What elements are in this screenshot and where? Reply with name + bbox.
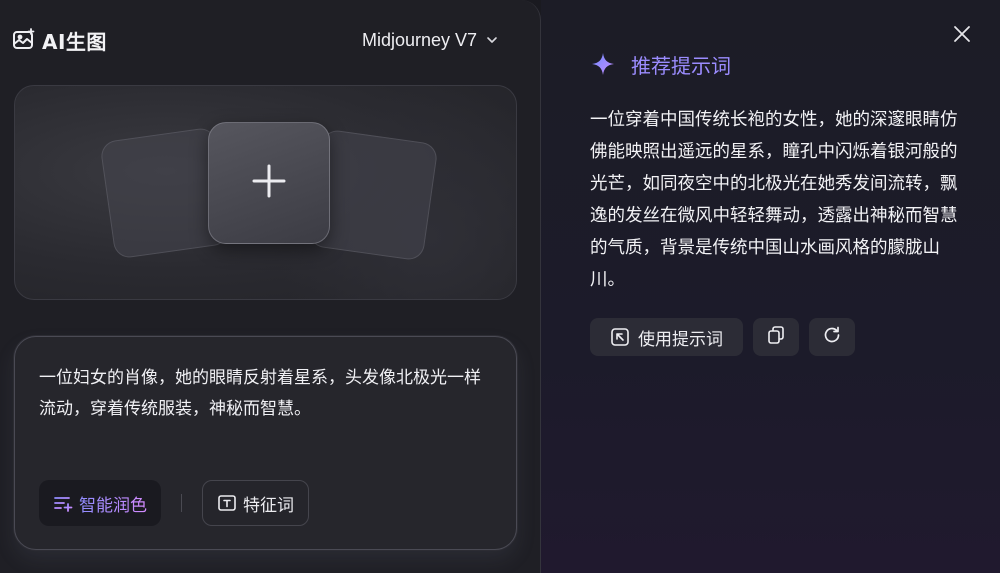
image-upload-area[interactable] bbox=[14, 85, 517, 300]
recommend-header: 推荐提示词 bbox=[591, 50, 731, 78]
image-sparkle-icon bbox=[12, 28, 36, 52]
recommended-prompt-text: 一位穿着中国传统长袍的女性，她的深邃眼睛仿佛能映照出遥远的星系，瞳孔中闪烁着银河… bbox=[590, 110, 958, 290]
smart-polish-label: 智能润色 bbox=[79, 491, 147, 516]
text-box-icon bbox=[217, 493, 237, 513]
prompt-input-box[interactable]: 一位妇女的肖像，她的眼睛反射着星系，头发像北极光一样流动，穿着传统服装，神秘而智… bbox=[14, 336, 517, 550]
model-label: Midjourney V7 bbox=[362, 29, 478, 50]
recommend-panel: 推荐提示词 一位穿着中国传统长袍的女性，她的深邃眼睛仿佛能映照出遥远的星系，瞳孔… bbox=[541, 0, 1000, 573]
header: AI生图 bbox=[12, 26, 107, 54]
copy-button[interactable] bbox=[753, 318, 799, 356]
chevron-down-icon bbox=[485, 33, 499, 47]
copy-icon bbox=[766, 325, 786, 350]
prompt-actions: 智能润色 特征词 bbox=[39, 480, 309, 526]
recommend-actions: 使用提示词 bbox=[590, 318, 865, 356]
refresh-icon bbox=[822, 325, 842, 350]
regenerate-button[interactable] bbox=[809, 318, 855, 356]
close-button[interactable] bbox=[950, 24, 974, 48]
feature-words-button[interactable]: 特征词 bbox=[202, 480, 309, 526]
prompt-textarea[interactable]: 一位妇女的肖像，她的眼睛反射着星系，头发像北极光一样流动，穿着传统服装，神秘而智… bbox=[39, 363, 495, 425]
recommend-title: 推荐提示词 bbox=[631, 53, 731, 78]
polish-icon bbox=[53, 493, 73, 513]
app-title: AI生图 bbox=[42, 29, 107, 54]
model-select[interactable]: Midjourney V7 bbox=[362, 28, 499, 52]
insert-arrow-icon bbox=[610, 327, 630, 347]
use-prompt-button[interactable]: 使用提示词 bbox=[590, 318, 743, 356]
use-prompt-label: 使用提示词 bbox=[638, 329, 723, 350]
plus-icon bbox=[250, 162, 288, 204]
app-root: AI生图 Midjourney V7 一位妇女的肖像，她的眼睛反射着星系，头发像… bbox=[0, 0, 1000, 573]
sparkle-icon bbox=[591, 52, 615, 76]
divider bbox=[181, 494, 182, 512]
left-panel: AI生图 Midjourney V7 一位妇女的肖像，她的眼睛反射着星系，头发像… bbox=[0, 0, 541, 573]
smart-polish-button[interactable]: 智能润色 bbox=[39, 480, 161, 526]
close-icon bbox=[952, 24, 972, 48]
upload-button[interactable] bbox=[208, 122, 330, 244]
feature-words-label: 特征词 bbox=[243, 495, 294, 516]
